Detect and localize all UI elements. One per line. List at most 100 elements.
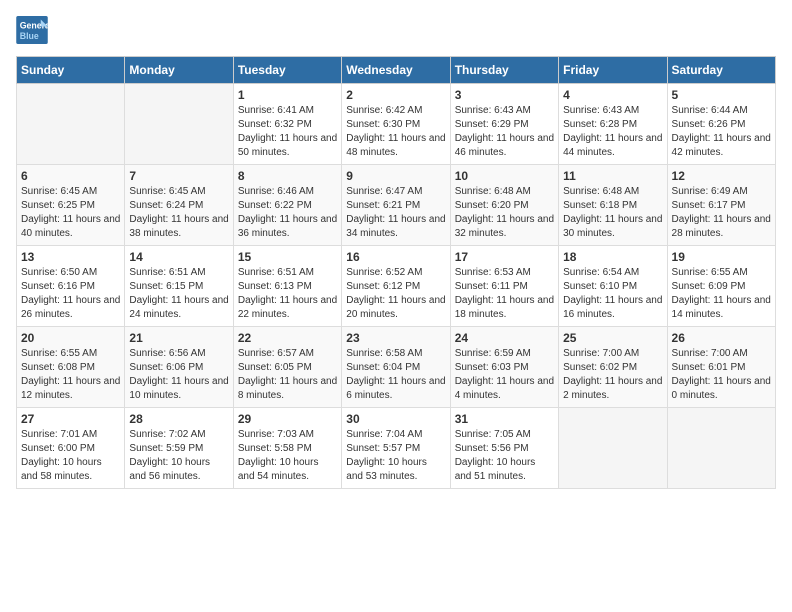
calendar-header: SundayMondayTuesdayWednesdayThursdayFrid… [17,57,776,84]
day-number: 30 [346,412,445,426]
day-number: 19 [672,250,771,264]
calendar-cell: 2 Sunrise: 6:42 AM Sunset: 6:30 PM Daylig… [342,84,450,165]
day-number: 15 [238,250,337,264]
calendar-week-1: 1Sunrise: 6:41 AM Sunset: 6:32 PM Daylig… [17,84,776,165]
day-info: Sunrise: 6:45 AM Sunset: 6:25 PM Dayligh… [21,185,120,241]
day-number: 17 [455,250,554,264]
day-info: Sunrise: 6:56 AM Sunset: 6:06 PM Dayligh… [129,347,228,403]
day-number: 29 [238,412,337,426]
calendar-cell: 24 Sunrise: 6:59 AM Sunset: 6:03 PM Dayli… [450,327,558,408]
day-info: Sunrise: 6:52 AM Sunset: 6:12 PM Dayligh… [346,266,445,322]
day-info: Sunrise: 6:47 AM Sunset: 6:21 PM Dayligh… [346,185,445,241]
day-number: 11 [563,169,662,183]
day-info: Sunrise: 6:57 AM Sunset: 6:05 PM Dayligh… [238,347,337,403]
day-number: 6 [21,169,120,183]
day-info: Sunrise: 6:43 AM Sunset: 6:28 PM Dayligh… [563,104,662,160]
calendar-cell: 14 Sunrise: 6:51 AM Sunset: 6:15 PM Dayli… [125,246,233,327]
calendar-cell: 31 Sunrise: 7:05 AM Sunset: 5:56 PM Dayli… [450,408,558,489]
day-info: Sunrise: 7:03 AM Sunset: 5:58 PM Dayligh… [238,428,337,484]
calendar-cell: 27 Sunrise: 7:01 AM Sunset: 6:00 PM Dayli… [17,408,125,489]
day-number: 22 [238,331,337,345]
calendar-cell: 20 Sunrise: 6:55 AM Sunset: 6:08 PM Dayli… [17,327,125,408]
calendar-cell: 12Sunrise: 6:49 AM Sunset: 6:17 PM Dayli… [667,165,775,246]
weekday-header-monday: Monday [125,57,233,84]
calendar-cell: 25 Sunrise: 7:00 AM Sunset: 6:02 PM Dayli… [559,327,667,408]
calendar-cell [559,408,667,489]
day-info: Sunrise: 6:54 AM Sunset: 6:10 PM Dayligh… [563,266,662,322]
day-number: 21 [129,331,228,345]
day-number: 9 [346,169,445,183]
day-number: 28 [129,412,228,426]
day-info: Sunrise: 6:59 AM Sunset: 6:03 PM Dayligh… [455,347,554,403]
calendar-cell: 15Sunrise: 6:51 AM Sunset: 6:13 PM Dayli… [233,246,341,327]
day-info: Sunrise: 7:00 AM Sunset: 6:01 PM Dayligh… [672,347,771,403]
day-number: 3 [455,88,554,102]
calendar-cell: 13 Sunrise: 6:50 AM Sunset: 6:16 PM Dayli… [17,246,125,327]
day-info: Sunrise: 6:50 AM Sunset: 6:16 PM Dayligh… [21,266,120,322]
calendar-cell: 11 Sunrise: 6:48 AM Sunset: 6:18 PM Dayli… [559,165,667,246]
calendar-cell: 8 Sunrise: 6:46 AM Sunset: 6:22 PM Daylig… [233,165,341,246]
day-info: Sunrise: 6:46 AM Sunset: 6:22 PM Dayligh… [238,185,337,241]
logo-icon: General Blue [16,16,48,44]
calendar-cell: 26 Sunrise: 7:00 AM Sunset: 6:01 PM Dayli… [667,327,775,408]
calendar-cell: 4 Sunrise: 6:43 AM Sunset: 6:28 PM Daylig… [559,84,667,165]
day-info: Sunrise: 6:43 AM Sunset: 6:29 PM Dayligh… [455,104,554,160]
day-number: 24 [455,331,554,345]
day-number: 4 [563,88,662,102]
day-number: 2 [346,88,445,102]
calendar-cell: 9 Sunrise: 6:47 AM Sunset: 6:21 PM Daylig… [342,165,450,246]
calendar-cell: 6 Sunrise: 6:45 AM Sunset: 6:25 PM Daylig… [17,165,125,246]
weekday-header-friday: Friday [559,57,667,84]
day-number: 8 [238,169,337,183]
calendar-week-5: 27 Sunrise: 7:01 AM Sunset: 6:00 PM Dayli… [17,408,776,489]
day-number: 14 [129,250,228,264]
calendar-cell: 30 Sunrise: 7:04 AM Sunset: 5:57 PM Dayli… [342,408,450,489]
day-number: 7 [129,169,228,183]
day-number: 13 [21,250,120,264]
day-number: 20 [21,331,120,345]
day-number: 18 [563,250,662,264]
calendar-cell: 28Sunrise: 7:02 AM Sunset: 5:59 PM Dayli… [125,408,233,489]
weekday-header-thursday: Thursday [450,57,558,84]
svg-text:Blue: Blue [20,31,39,41]
day-info: Sunrise: 6:49 AM Sunset: 6:17 PM Dayligh… [672,185,771,241]
weekday-header-tuesday: Tuesday [233,57,341,84]
day-info: Sunrise: 6:48 AM Sunset: 6:18 PM Dayligh… [563,185,662,241]
calendar-cell: 10Sunrise: 6:48 AM Sunset: 6:20 PM Dayli… [450,165,558,246]
day-number: 23 [346,331,445,345]
day-info: Sunrise: 6:51 AM Sunset: 6:15 PM Dayligh… [129,266,228,322]
calendar-cell: 16 Sunrise: 6:52 AM Sunset: 6:12 PM Dayli… [342,246,450,327]
calendar-cell: 21 Sunrise: 6:56 AM Sunset: 6:06 PM Dayli… [125,327,233,408]
calendar-cell: 29 Sunrise: 7:03 AM Sunset: 5:58 PM Dayli… [233,408,341,489]
calendar-cell: 3 Sunrise: 6:43 AM Sunset: 6:29 PM Daylig… [450,84,558,165]
weekday-header-saturday: Saturday [667,57,775,84]
day-info: Sunrise: 6:41 AM Sunset: 6:32 PM Dayligh… [238,104,337,160]
calendar-cell: 18 Sunrise: 6:54 AM Sunset: 6:10 PM Dayli… [559,246,667,327]
calendar-cell: 5Sunrise: 6:44 AM Sunset: 6:26 PM Daylig… [667,84,775,165]
day-info: Sunrise: 6:44 AM Sunset: 6:26 PM Dayligh… [672,104,771,160]
weekday-header-wednesday: Wednesday [342,57,450,84]
day-info: Sunrise: 7:05 AM Sunset: 5:56 PM Dayligh… [455,428,554,484]
calendar-cell: 17 Sunrise: 6:53 AM Sunset: 6:11 PM Dayli… [450,246,558,327]
day-number: 25 [563,331,662,345]
day-number: 16 [346,250,445,264]
calendar-cell: 7Sunrise: 6:45 AM Sunset: 6:24 PM Daylig… [125,165,233,246]
calendar-week-4: 20 Sunrise: 6:55 AM Sunset: 6:08 PM Dayli… [17,327,776,408]
day-info: Sunrise: 6:53 AM Sunset: 6:11 PM Dayligh… [455,266,554,322]
weekday-header-sunday: Sunday [17,57,125,84]
calendar-cell [17,84,125,165]
day-info: Sunrise: 6:55 AM Sunset: 6:08 PM Dayligh… [21,347,120,403]
calendar-week-3: 13 Sunrise: 6:50 AM Sunset: 6:16 PM Dayli… [17,246,776,327]
weekday-header-row: SundayMondayTuesdayWednesdayThursdayFrid… [17,57,776,84]
calendar-cell: 23 Sunrise: 6:58 AM Sunset: 6:04 PM Dayli… [342,327,450,408]
page-header: General Blue [16,16,776,44]
day-info: Sunrise: 6:58 AM Sunset: 6:04 PM Dayligh… [346,347,445,403]
day-number: 31 [455,412,554,426]
day-number: 27 [21,412,120,426]
day-info: Sunrise: 7:00 AM Sunset: 6:02 PM Dayligh… [563,347,662,403]
day-info: Sunrise: 6:55 AM Sunset: 6:09 PM Dayligh… [672,266,771,322]
day-info: Sunrise: 6:42 AM Sunset: 6:30 PM Dayligh… [346,104,445,160]
day-info: Sunrise: 7:01 AM Sunset: 6:00 PM Dayligh… [21,428,120,484]
day-info: Sunrise: 7:04 AM Sunset: 5:57 PM Dayligh… [346,428,445,484]
day-number: 26 [672,331,771,345]
